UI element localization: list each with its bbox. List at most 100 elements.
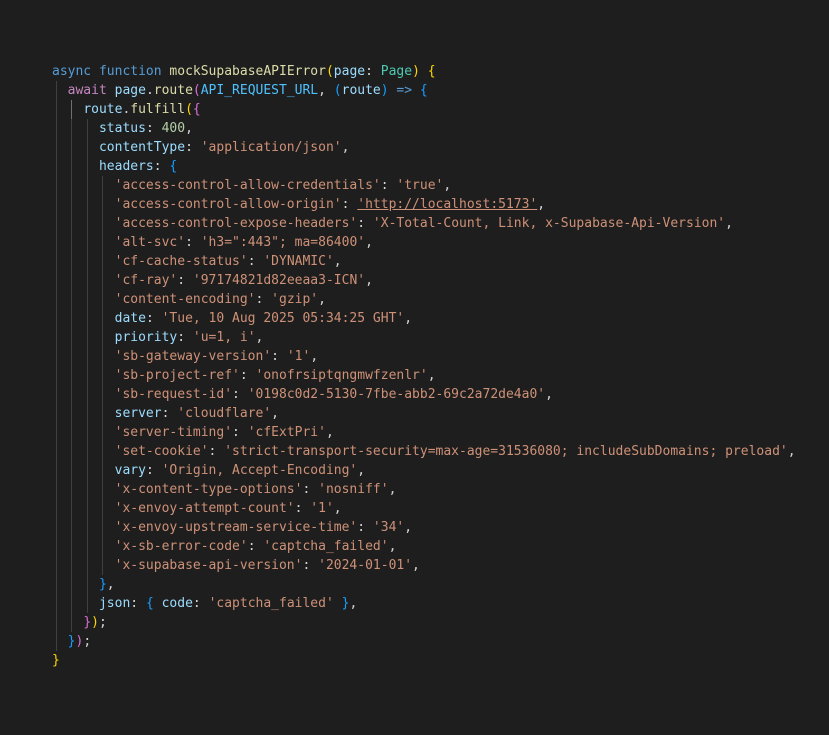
indent-guide	[87, 594, 88, 613]
comma: ,	[310, 349, 319, 364]
colon: :	[185, 140, 201, 155]
route-param: route	[341, 83, 381, 98]
comma: ,	[185, 121, 193, 136]
header-key: 'sb-gateway-version'	[114, 349, 272, 364]
brace: }	[52, 653, 60, 668]
content-type-value: 'application/json'	[200, 140, 342, 155]
status-value: 400	[161, 121, 186, 136]
paren: )	[380, 83, 389, 98]
header-line: 'cf-cache-status': 'DYNAMIC',	[52, 252, 796, 271]
indent-guide	[56, 442, 57, 461]
indent-guide	[102, 499, 103, 518]
indent-guide	[71, 214, 72, 233]
header-value: 'DYNAMIC'	[263, 254, 334, 269]
indent-guide	[56, 366, 57, 385]
indent-guide	[102, 328, 103, 347]
keyword-function: function	[98, 64, 162, 79]
page-object: page	[114, 83, 146, 98]
header-key: 'set-cookie'	[114, 444, 209, 459]
comma: ,	[318, 292, 326, 307]
indent-guide	[71, 347, 72, 366]
indent-guide	[102, 290, 103, 309]
indent-guide	[56, 518, 57, 537]
indent-guide	[71, 423, 72, 442]
header-value: '34'	[372, 520, 405, 535]
code-line: async function mockSupabaseAPIError(page…	[52, 62, 796, 81]
colon: :	[247, 539, 264, 554]
comma: ,	[333, 254, 342, 269]
method-route: route	[153, 83, 193, 98]
indent-guide	[87, 537, 88, 556]
colon: :	[380, 178, 397, 193]
colon: :	[341, 197, 358, 212]
indent-guide	[87, 328, 88, 347]
colon: :	[208, 444, 225, 459]
comma: ,	[404, 311, 413, 326]
colon: :	[302, 482, 319, 497]
indent-guide	[56, 233, 57, 252]
indent-guide	[71, 100, 72, 119]
json-key: json	[98, 596, 131, 611]
header-key: 'x-content-type-options'	[114, 482, 303, 497]
header-value: 'Tue, 10 Aug 2025 05:34:25 GHT'	[161, 311, 405, 326]
header-key: 'access-control-allow-origin'	[114, 197, 342, 212]
paren: (	[192, 83, 201, 98]
colon: :	[161, 406, 178, 421]
indent-guide	[102, 518, 103, 537]
colon: :	[232, 387, 248, 402]
code-editor[interactable]: async function mockSupabaseAPIError(page…	[0, 0, 829, 735]
header-line: 'sb-gateway-version': '1',	[52, 347, 796, 366]
indent-guide	[102, 214, 103, 233]
indent-guide	[71, 385, 72, 404]
indent-guide	[56, 138, 57, 157]
header-line: 'x-content-type-options': 'nosniff',	[52, 480, 796, 499]
header-line: 'alt-svc': 'h3=":443"; ma=86400',	[52, 233, 796, 252]
comma: ,	[255, 330, 264, 345]
colon: :	[177, 330, 193, 345]
indent-guide	[87, 499, 88, 518]
header-value: 'cloudflare'	[177, 406, 272, 421]
indent-guide	[87, 404, 88, 423]
indent-guide	[87, 119, 88, 138]
header-line: server: 'cloudflare',	[52, 404, 796, 423]
code-key: code	[161, 596, 193, 611]
colon: :	[357, 520, 373, 535]
header-line: 'set-cookie': 'strict-transport-security…	[52, 442, 796, 461]
comma: ,	[349, 596, 358, 611]
indent-guide	[87, 366, 88, 385]
colon: :	[232, 425, 248, 440]
indent-guide	[71, 613, 72, 632]
comma: ,	[357, 463, 366, 478]
header-value: 'cfExtPri'	[247, 425, 326, 440]
headers-key: headers	[98, 159, 154, 174]
header-line: 'access-control-allow-origin': 'http://l…	[52, 195, 796, 214]
semicolon: ;	[83, 634, 92, 649]
comma: ,	[365, 273, 373, 288]
indent-guide	[71, 518, 72, 537]
code-line: });	[52, 613, 796, 632]
header-line: 'access-control-allow-credentials': 'tru…	[52, 176, 796, 195]
brace: {	[145, 596, 154, 611]
indent-guide	[56, 347, 57, 366]
indent-guide	[71, 328, 72, 347]
code-line: },	[52, 575, 796, 594]
indent-guide	[56, 195, 57, 214]
header-value-link[interactable]: 'http://localhost:5173'	[357, 197, 537, 212]
url-constant: API_REQUEST_URL	[200, 83, 319, 98]
indent-guide	[102, 176, 103, 195]
code-line: await page.route(API_REQUEST_URL, (route…	[52, 81, 796, 100]
keyword-await: await	[67, 83, 107, 98]
indent-guide	[102, 385, 103, 404]
header-key: vary	[114, 463, 146, 478]
param-type: Page	[380, 64, 413, 79]
param-name: page	[333, 64, 366, 79]
header-line: date: 'Tue, 10 Aug 2025 05:34:25 GHT',	[52, 309, 796, 328]
code-line: contentType: 'application/json',	[52, 138, 796, 157]
indent-guide	[71, 366, 72, 385]
indent-guide	[71, 309, 72, 328]
header-key: 'content-encoding'	[114, 292, 256, 307]
indent-guide	[56, 176, 57, 195]
code-line: status: 400,	[52, 119, 796, 138]
content-type-key: contentType	[98, 140, 186, 155]
comma: ,	[412, 558, 420, 573]
